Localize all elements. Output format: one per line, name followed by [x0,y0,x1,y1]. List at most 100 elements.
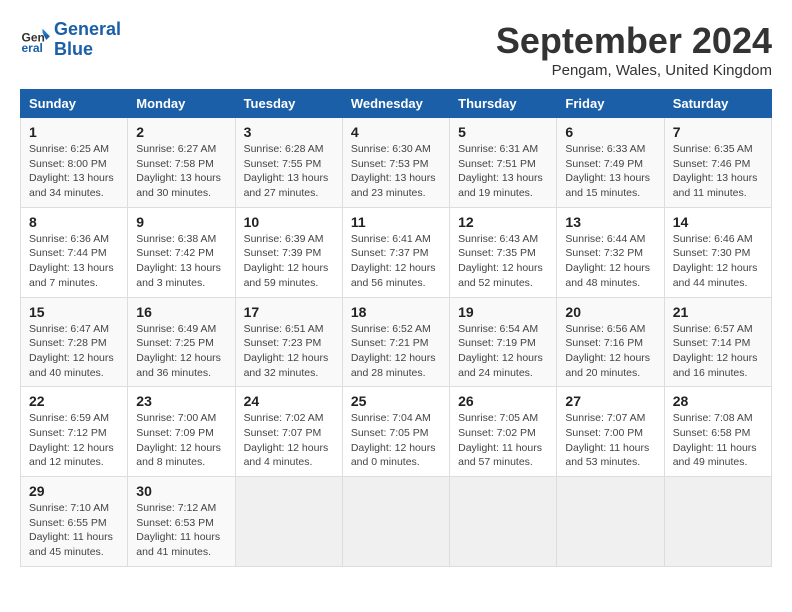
calendar-cell [342,477,449,567]
calendar-cell: 17 Sunrise: 6:51 AM Sunset: 7:23 PM Dayli… [235,297,342,387]
day-number: 17 [244,304,334,320]
location-subtitle: Pengam, Wales, United Kingdom [496,62,772,79]
calendar-cell: 11 Sunrise: 6:41 AM Sunset: 7:37 PM Dayli… [342,207,449,297]
day-info: Sunrise: 6:49 AM Sunset: 7:25 PM Dayligh… [136,322,226,381]
calendar-week-row: 8 Sunrise: 6:36 AM Sunset: 7:44 PM Daylig… [21,207,772,297]
calendar-cell: 2 Sunrise: 6:27 AM Sunset: 7:58 PM Daylig… [128,118,235,208]
day-number: 1 [29,124,119,140]
title-block: September 2024 Pengam, Wales, United Kin… [496,20,772,79]
day-number: 30 [136,483,226,499]
day-info: Sunrise: 7:12 AM Sunset: 6:53 PM Dayligh… [136,501,226,560]
calendar-cell: 22 Sunrise: 6:59 AM Sunset: 7:12 PM Dayli… [21,387,128,477]
day-info: Sunrise: 7:02 AM Sunset: 7:07 PM Dayligh… [244,411,334,470]
day-info: Sunrise: 6:43 AM Sunset: 7:35 PM Dayligh… [458,232,548,291]
svg-text:eral: eral [22,41,43,55]
calendar-header-row: SundayMondayTuesdayWednesdayThursdayFrid… [21,90,772,118]
calendar-cell: 26 Sunrise: 7:05 AM Sunset: 7:02 PM Dayli… [450,387,557,477]
calendar-cell [557,477,664,567]
day-number: 25 [351,393,441,409]
calendar-cell: 3 Sunrise: 6:28 AM Sunset: 7:55 PM Daylig… [235,118,342,208]
logo-line2: Blue [54,39,93,59]
calendar-table: SundayMondayTuesdayWednesdayThursdayFrid… [20,89,772,567]
day-info: Sunrise: 7:10 AM Sunset: 6:55 PM Dayligh… [29,501,119,560]
day-info: Sunrise: 6:33 AM Sunset: 7:49 PM Dayligh… [565,142,655,201]
day-number: 27 [565,393,655,409]
calendar-cell: 16 Sunrise: 6:49 AM Sunset: 7:25 PM Dayli… [128,297,235,387]
day-info: Sunrise: 6:44 AM Sunset: 7:32 PM Dayligh… [565,232,655,291]
day-number: 10 [244,214,334,230]
calendar-cell: 24 Sunrise: 7:02 AM Sunset: 7:07 PM Dayli… [235,387,342,477]
calendar-cell: 20 Sunrise: 6:56 AM Sunset: 7:16 PM Dayli… [557,297,664,387]
day-number: 2 [136,124,226,140]
calendar-week-row: 29Sunrise: 7:10 AM Sunset: 6:55 PM Dayli… [21,477,772,567]
day-number: 21 [673,304,763,320]
calendar-cell: 30 Sunrise: 7:12 AM Sunset: 6:53 PM Dayli… [128,477,235,567]
day-info: Sunrise: 7:00 AM Sunset: 7:09 PM Dayligh… [136,411,226,470]
calendar-cell: 1 Sunrise: 6:25 AM Sunset: 8:00 PM Daylig… [21,118,128,208]
day-number: 20 [565,304,655,320]
calendar-cell: 15 Sunrise: 6:47 AM Sunset: 7:28 PM Dayli… [21,297,128,387]
calendar-cell: 5 Sunrise: 6:31 AM Sunset: 7:51 PM Daylig… [450,118,557,208]
calendar-cell: 7 Sunrise: 6:35 AM Sunset: 7:46 PM Daylig… [664,118,771,208]
calendar-cell: 29Sunrise: 7:10 AM Sunset: 6:55 PM Dayli… [21,477,128,567]
day-info: Sunrise: 6:41 AM Sunset: 7:37 PM Dayligh… [351,232,441,291]
calendar-cell: 27Sunrise: 7:07 AM Sunset: 7:00 PM Dayli… [557,387,664,477]
day-info: Sunrise: 6:35 AM Sunset: 7:46 PM Dayligh… [673,142,763,201]
day-number: 13 [565,214,655,230]
logo-line1: General [54,19,121,39]
day-number: 22 [29,393,119,409]
day-number: 5 [458,124,548,140]
calendar-cell: 28 Sunrise: 7:08 AM Sunset: 6:58 PM Dayli… [664,387,771,477]
logo: Gen eral General Blue [20,20,121,60]
day-info: Sunrise: 6:47 AM Sunset: 7:28 PM Dayligh… [29,322,119,381]
day-number: 19 [458,304,548,320]
day-info: Sunrise: 6:56 AM Sunset: 7:16 PM Dayligh… [565,322,655,381]
calendar-cell: 21Sunrise: 6:57 AM Sunset: 7:14 PM Dayli… [664,297,771,387]
calendar-cell: 25 Sunrise: 7:04 AM Sunset: 7:05 PM Dayli… [342,387,449,477]
day-info: Sunrise: 6:39 AM Sunset: 7:39 PM Dayligh… [244,232,334,291]
day-info: Sunrise: 6:36 AM Sunset: 7:44 PM Dayligh… [29,232,119,291]
calendar-cell: 12 Sunrise: 6:43 AM Sunset: 7:35 PM Dayli… [450,207,557,297]
day-number: 12 [458,214,548,230]
calendar-cell: 9 Sunrise: 6:38 AM Sunset: 7:42 PM Daylig… [128,207,235,297]
calendar-week-row: 1 Sunrise: 6:25 AM Sunset: 8:00 PM Daylig… [21,118,772,208]
calendar-cell: 18 Sunrise: 6:52 AM Sunset: 7:21 PM Dayli… [342,297,449,387]
day-info: Sunrise: 6:30 AM Sunset: 7:53 PM Dayligh… [351,142,441,201]
calendar-cell [450,477,557,567]
day-info: Sunrise: 7:08 AM Sunset: 6:58 PM Dayligh… [673,411,763,470]
calendar-cell: 6 Sunrise: 6:33 AM Sunset: 7:49 PM Daylig… [557,118,664,208]
day-info: Sunrise: 7:05 AM Sunset: 7:02 PM Dayligh… [458,411,548,470]
day-info: Sunrise: 6:46 AM Sunset: 7:30 PM Dayligh… [673,232,763,291]
day-number: 24 [244,393,334,409]
day-info: Sunrise: 7:04 AM Sunset: 7:05 PM Dayligh… [351,411,441,470]
day-info: Sunrise: 6:52 AM Sunset: 7:21 PM Dayligh… [351,322,441,381]
calendar-cell [664,477,771,567]
day-number: 15 [29,304,119,320]
day-number: 9 [136,214,226,230]
day-info: Sunrise: 6:25 AM Sunset: 8:00 PM Dayligh… [29,142,119,201]
logo-text: General Blue [54,20,121,60]
day-number: 28 [673,393,763,409]
day-info: Sunrise: 6:31 AM Sunset: 7:51 PM Dayligh… [458,142,548,201]
day-number: 11 [351,214,441,230]
day-info: Sunrise: 6:28 AM Sunset: 7:55 PM Dayligh… [244,142,334,201]
day-number: 16 [136,304,226,320]
calendar-cell: 8 Sunrise: 6:36 AM Sunset: 7:44 PM Daylig… [21,207,128,297]
day-number: 6 [565,124,655,140]
day-number: 7 [673,124,763,140]
day-number: 3 [244,124,334,140]
day-number: 4 [351,124,441,140]
day-number: 8 [29,214,119,230]
day-number: 26 [458,393,548,409]
header-thursday: Thursday [450,90,557,118]
day-number: 18 [351,304,441,320]
day-info: Sunrise: 6:38 AM Sunset: 7:42 PM Dayligh… [136,232,226,291]
day-info: Sunrise: 6:54 AM Sunset: 7:19 PM Dayligh… [458,322,548,381]
calendar-week-row: 22 Sunrise: 6:59 AM Sunset: 7:12 PM Dayli… [21,387,772,477]
day-info: Sunrise: 6:27 AM Sunset: 7:58 PM Dayligh… [136,142,226,201]
calendar-cell: 10 Sunrise: 6:39 AM Sunset: 7:39 PM Dayli… [235,207,342,297]
header-monday: Monday [128,90,235,118]
calendar-week-row: 15 Sunrise: 6:47 AM Sunset: 7:28 PM Dayli… [21,297,772,387]
day-info: Sunrise: 6:51 AM Sunset: 7:23 PM Dayligh… [244,322,334,381]
day-info: Sunrise: 6:59 AM Sunset: 7:12 PM Dayligh… [29,411,119,470]
